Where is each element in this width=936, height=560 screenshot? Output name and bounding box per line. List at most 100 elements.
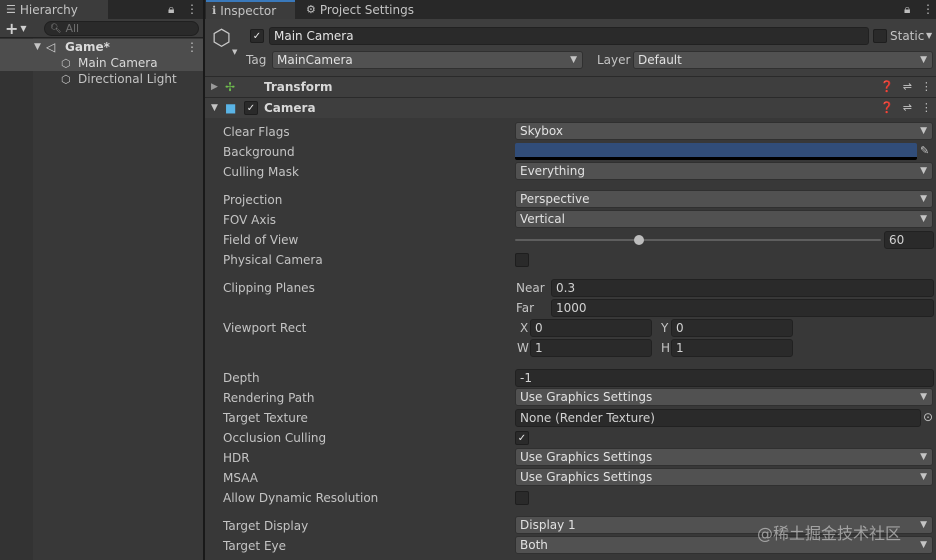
tab-project-settings[interactable]: ⚙ Project Settings	[300, 0, 420, 19]
hierarchy-item-directional-light[interactable]: ⬡ Directional Light	[0, 71, 203, 87]
active-checkbox[interactable]: ✓	[250, 29, 264, 43]
preset-icon[interactable]: ⇌	[903, 80, 912, 93]
expand-arrow-icon[interactable]: ▼	[34, 42, 41, 52]
list-icon: ☰	[6, 3, 16, 16]
more-icon[interactable]: ⋮	[186, 2, 198, 16]
far-label: Far	[516, 301, 535, 315]
tag-label: Tag	[246, 53, 267, 67]
scene-name: Game*	[65, 40, 110, 54]
culling-mask-label: Culling Mask	[223, 165, 299, 179]
fov-value-field[interactable]: 60	[884, 231, 934, 249]
far-field[interactable]: 1000	[551, 299, 934, 317]
gameobject-cube-icon: ⬡	[61, 56, 71, 70]
chevron-down-icon: ▼	[920, 214, 927, 224]
help-icon[interactable]: ❓	[880, 101, 894, 114]
depth-field[interactable]: -1	[515, 369, 934, 387]
target-texture-label: Target Texture	[223, 411, 308, 425]
depth-label: Depth	[223, 371, 260, 385]
tab-hierarchy[interactable]: ☰ Hierarchy	[0, 0, 108, 19]
chevron-down-icon: ▼	[570, 55, 577, 65]
transform-icon: ✢	[225, 80, 236, 94]
rendering-path-dropdown[interactable]: Use Graphics Settings ▼	[515, 388, 933, 406]
chevron-down-icon: ▼	[920, 194, 927, 204]
preset-icon[interactable]: ⇌	[903, 101, 912, 114]
chevron-down-icon: ▼	[920, 126, 927, 136]
static-dropdown-icon[interactable]: ▼	[926, 31, 932, 40]
viewport-rect-label: Viewport Rect	[223, 321, 307, 335]
viewport-w-label: W	[517, 341, 529, 355]
tab-inspector[interactable]: ℹ Inspector	[206, 0, 295, 19]
occlusion-culling-label: Occlusion Culling	[223, 431, 327, 445]
fov-slider[interactable]	[515, 231, 881, 249]
culling-mask-dropdown[interactable]: Everything ▼	[515, 162, 933, 180]
scene-row[interactable]: ▼ ◁ Game* ⋮	[0, 39, 203, 55]
msaa-label: MSAA	[223, 471, 258, 485]
object-picker-icon[interactable]: ⊙	[923, 410, 933, 424]
scene-menu-icon[interactable]: ⋮	[186, 40, 198, 54]
watermark: @稀土掘金技术社区	[757, 524, 902, 543]
info-icon: ℹ	[212, 4, 217, 17]
hierarchy-search[interactable]: 🔍︎ All	[44, 21, 199, 36]
chevron-down-icon: ▼	[920, 166, 927, 176]
camera-icon: ■	[225, 101, 237, 115]
projection-label: Projection	[223, 193, 283, 207]
layer-label: Layer	[597, 53, 631, 67]
clear-flags-label: Clear Flags	[223, 125, 290, 139]
background-color-field[interactable]	[515, 143, 917, 160]
viewport-h-field[interactable]: 1	[671, 339, 793, 357]
allow-dynamic-resolution-checkbox[interactable]	[515, 491, 529, 505]
icon-dropdown-arrow[interactable]: ▼	[232, 48, 237, 56]
allow-dynamic-resolution-label: Allow Dynamic Resolution	[223, 491, 379, 505]
hdr-dropdown[interactable]: Use Graphics Settings ▼	[515, 448, 933, 466]
viewport-x-field[interactable]: 0	[530, 319, 652, 337]
chevron-down-icon: ▼	[20, 23, 27, 33]
viewport-h-label: H	[661, 341, 671, 355]
viewport-w-field[interactable]: 1	[530, 339, 652, 357]
component-menu-icon[interactable]: ⋮	[921, 80, 932, 93]
near-field[interactable]: 0.3	[551, 279, 934, 297]
layer-dropdown[interactable]: Default ▼	[633, 51, 933, 69]
camera-title: Camera	[264, 101, 316, 115]
gear-icon: ⚙	[306, 3, 316, 16]
name-field[interactable]: Main Camera	[269, 27, 869, 45]
chevron-down-icon: ▼	[920, 55, 927, 65]
field-of-view-label: Field of View	[223, 233, 299, 247]
chevron-down-icon: ▼	[920, 392, 927, 402]
tag-dropdown[interactable]: MainCamera ▼	[272, 51, 583, 69]
inspector-lock-icon[interactable]: 🔒︎	[904, 2, 910, 17]
component-menu-icon[interactable]: ⋮	[921, 101, 932, 114]
fov-slider-thumb[interactable]	[634, 235, 645, 245]
rendering-path-label: Rendering Path	[223, 391, 315, 405]
foldout-arrow-icon[interactable]: ▼	[211, 103, 218, 113]
occlusion-culling-checkbox[interactable]: ✓	[515, 431, 529, 445]
clipping-planes-label: Clipping Planes	[223, 281, 315, 295]
chevron-down-icon: ▼	[920, 472, 927, 482]
hierarchy-gutter	[0, 38, 33, 560]
transform-title: Transform	[264, 80, 333, 94]
physical-camera-checkbox[interactable]	[515, 253, 529, 267]
viewport-x-label: X	[520, 321, 529, 335]
projection-dropdown[interactable]: Perspective ▼	[515, 190, 933, 208]
hierarchy-item-main-camera[interactable]: ⬡ Main Camera	[0, 55, 203, 71]
eyedropper-icon[interactable]: ✎	[920, 144, 929, 157]
static-label: Static	[890, 29, 925, 43]
fov-axis-dropdown[interactable]: Vertical ▼	[515, 210, 933, 228]
camera-enabled-checkbox[interactable]: ✓	[244, 101, 258, 115]
target-eye-label: Target Eye	[223, 539, 287, 553]
inspector-more-icon[interactable]: ⋮	[922, 2, 934, 16]
transform-header-icons: ❓ ⇌ ⋮	[880, 80, 932, 93]
target-texture-field[interactable]: None (Render Texture)	[515, 409, 921, 427]
lock-icon[interactable]: 🔒︎	[168, 2, 174, 17]
help-icon[interactable]: ❓	[880, 80, 894, 93]
hdr-label: HDR	[223, 451, 250, 465]
viewport-y-field[interactable]: 0	[671, 319, 793, 337]
foldout-arrow-icon[interactable]: ▶	[211, 82, 218, 92]
fov-slider-track[interactable]	[515, 239, 881, 241]
add-button[interactable]: + ▼	[5, 19, 27, 38]
gameobject-icon[interactable]: ⬡	[212, 28, 231, 50]
static-checkbox[interactable]	[873, 29, 887, 43]
chevron-down-icon: ▼	[920, 452, 927, 462]
chevron-down-icon: ▼	[920, 540, 927, 550]
clear-flags-dropdown[interactable]: Skybox ▼	[515, 122, 933, 140]
msaa-dropdown[interactable]: Use Graphics Settings ▼	[515, 468, 933, 486]
